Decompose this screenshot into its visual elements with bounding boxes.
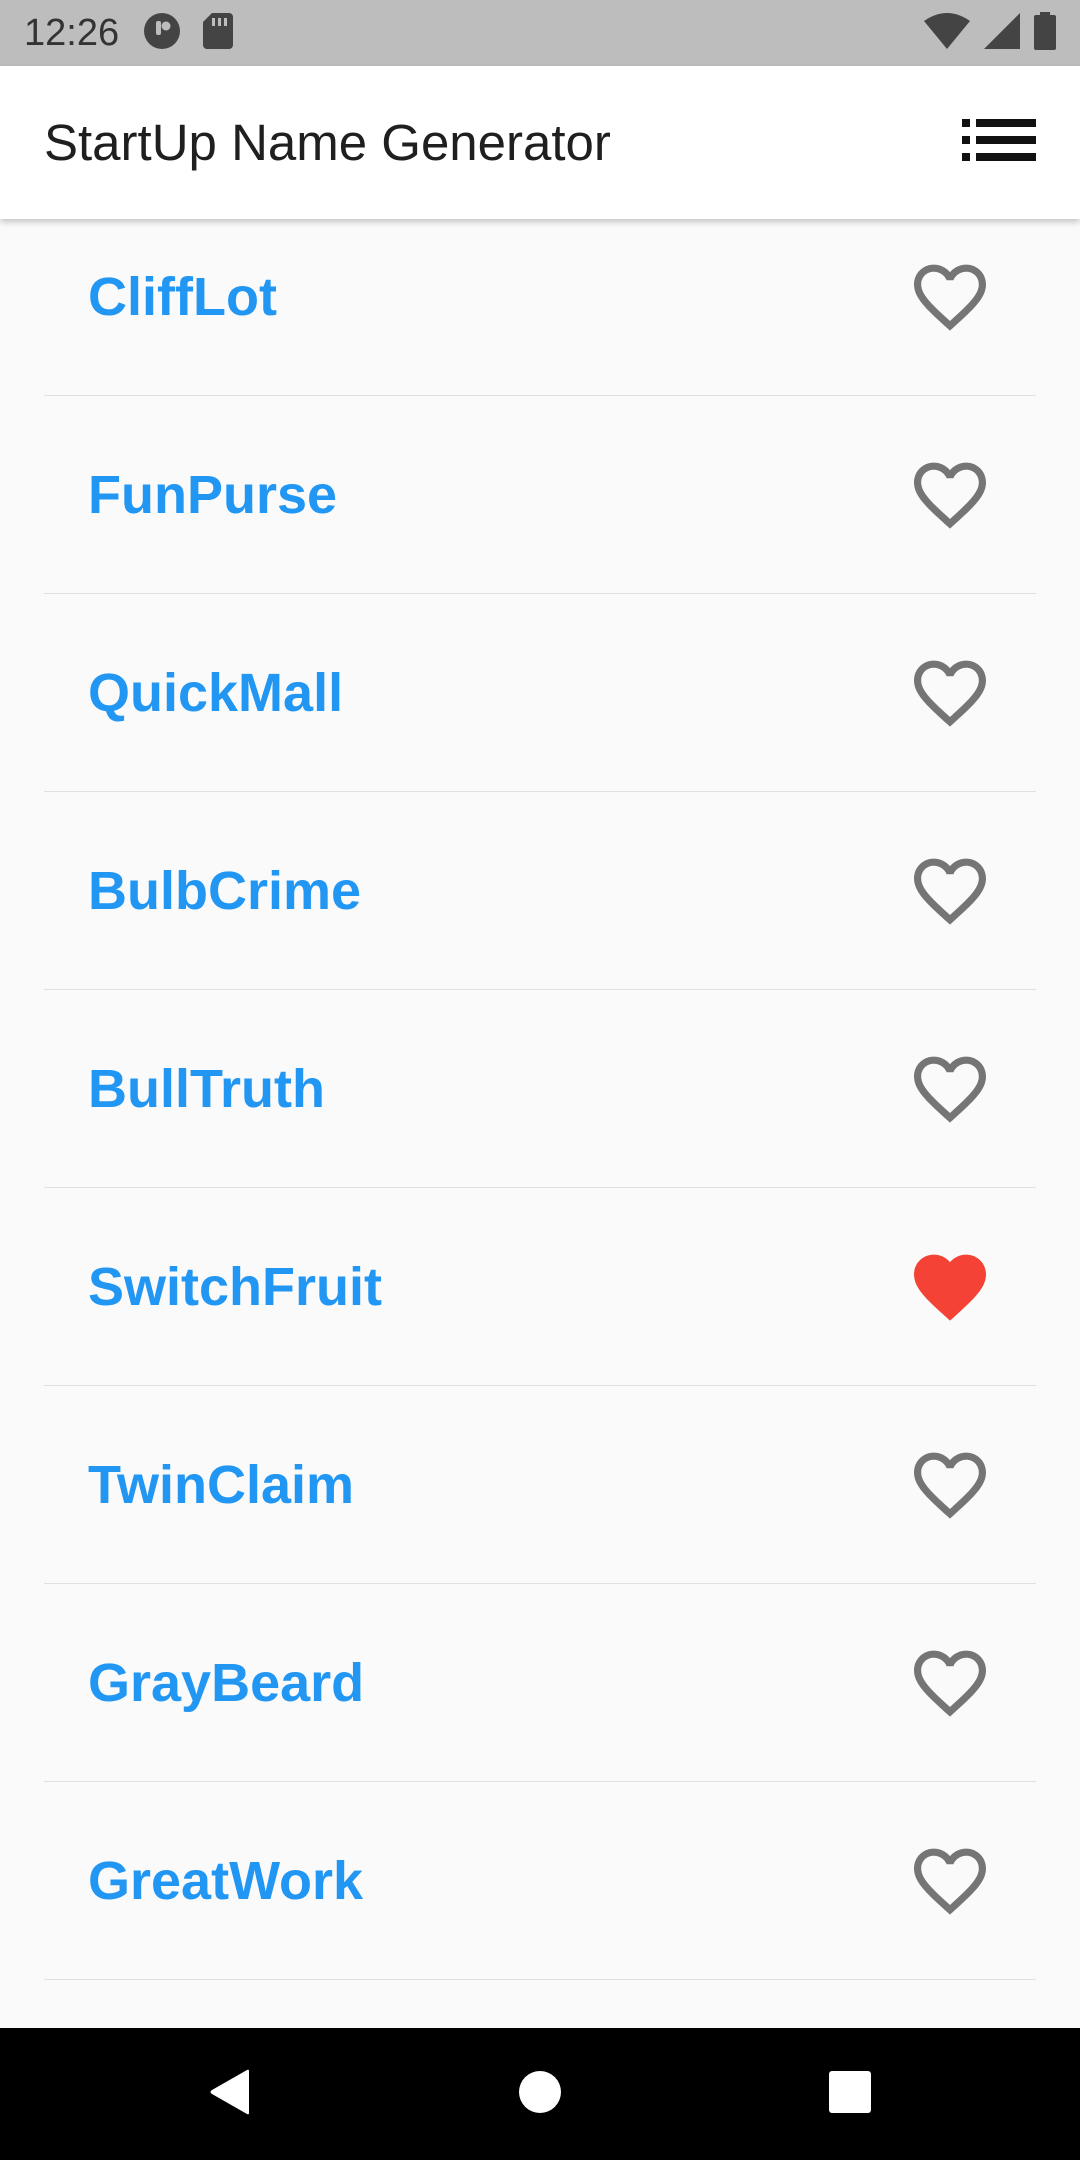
list-item[interactable]: FunPurse (0, 396, 1080, 593)
startup-name: TwinClaim (88, 1454, 355, 1515)
list-item[interactable]: QuickMall (0, 594, 1080, 791)
page-title: StartUp Name Generator (44, 114, 611, 171)
favorite-border-icon[interactable] (914, 1056, 986, 1123)
startup-name: SwitchFruit (88, 1256, 382, 1317)
notification-icon (143, 12, 181, 55)
startup-name: FunPurse (88, 464, 338, 525)
startup-name: GreatWork (88, 1850, 364, 1911)
favorite-border-icon[interactable] (914, 660, 986, 727)
favorite-border-icon[interactable] (914, 1650, 986, 1717)
status-bar: 12:26 (0, 0, 1080, 66)
list-item[interactable]: BullTruth (0, 990, 1080, 1187)
startup-name: QuickMall (88, 662, 344, 723)
startup-name: BullTruth (88, 1058, 325, 1119)
name-list[interactable]: CliffLot FunPurse QuickMall BulbCrime Bu… (0, 219, 1080, 2028)
divider (44, 1979, 1036, 1980)
list-item[interactable]: GrayBeard (0, 1584, 1080, 1781)
list-icon (962, 119, 1036, 166)
startup-name: CliffLot (88, 266, 277, 327)
list-item[interactable]: TwinClaim (0, 1386, 1080, 1583)
favorite-border-icon[interactable] (914, 264, 986, 331)
home-button[interactable] (500, 2028, 580, 2160)
favorite-border-icon[interactable] (914, 462, 986, 529)
app-bar: StartUp Name Generator (0, 66, 1080, 219)
list-item[interactable]: SwitchFruit (0, 1188, 1080, 1385)
recents-button[interactable] (810, 2028, 890, 2160)
saved-list-button[interactable] (956, 103, 1036, 183)
back-icon (209, 2069, 251, 2120)
sd-card-icon (203, 12, 234, 54)
signal-icon (984, 12, 1020, 54)
favorite-border-icon[interactable] (914, 1848, 986, 1915)
list-item[interactable]: CliffLot (0, 219, 1080, 395)
wifi-icon (924, 12, 970, 54)
navigation-bar (0, 2028, 1080, 2160)
list-item[interactable]: BulbCrime (0, 792, 1080, 989)
list-item[interactable]: GreatWork (0, 1782, 1080, 1979)
battery-icon (1034, 11, 1056, 55)
back-button[interactable] (190, 2028, 270, 2160)
recents-icon (829, 2070, 871, 2118)
favorite-icon[interactable] (914, 1254, 986, 1321)
startup-name: GrayBeard (88, 1652, 365, 1713)
startup-name: BulbCrime (88, 860, 362, 921)
home-icon (519, 2070, 561, 2118)
favorite-border-icon[interactable] (914, 1452, 986, 1519)
status-time: 12:26 (24, 11, 120, 54)
favorite-border-icon[interactable] (914, 858, 986, 925)
